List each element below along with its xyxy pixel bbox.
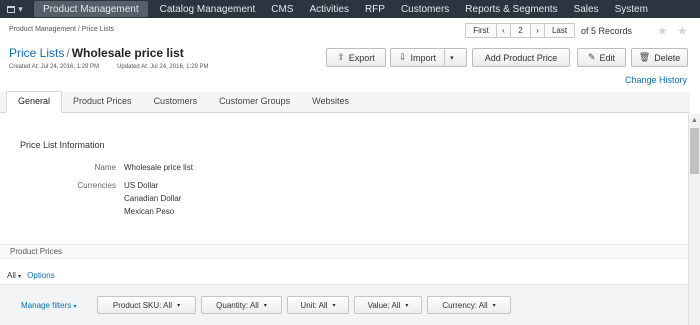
options-link[interactable]: Options — [27, 271, 55, 280]
created-at: Created At: Jul 24, 2016, 1:29 PM — [9, 64, 100, 70]
general-panel: Price List Information Name Wholesale pr… — [0, 114, 688, 325]
tab-product-prices[interactable]: Product Prices — [62, 91, 143, 112]
name-label: Name — [94, 163, 116, 172]
filter-label: Quantity: All — [216, 300, 259, 310]
trash-icon: 🗑 — [638, 52, 651, 62]
filter-label: Product SKU: All — [112, 300, 173, 310]
price-lists-link[interactable]: Price Lists — [9, 46, 64, 60]
filter-bar: Manage filters ▾ Product SKU: All ▾ Quant… — [0, 284, 688, 325]
chevron-down-icon: ▾ — [18, 274, 22, 280]
vertical-scrollbar[interactable]: ▲ — [688, 114, 700, 325]
apps-menu-button[interactable]: ▾ — [0, 0, 30, 18]
currency-item: US Dollar — [124, 181, 159, 190]
currency-item: Canadian Dollar — [124, 194, 182, 203]
edit-icon: ✎ — [587, 52, 596, 62]
record-count: of 5 Records — [581, 25, 633, 36]
nav-item-catalog-management[interactable]: Catalog Management — [152, 1, 264, 17]
pager-page-input[interactable]: 2 — [511, 23, 531, 38]
manage-filters-link[interactable]: Manage filters ▾ — [21, 301, 77, 310]
all-label: All — [7, 271, 16, 280]
import-dropdown-caret-icon[interactable]: ▾ — [444, 49, 459, 66]
nav-item-sales[interactable]: Sales — [566, 1, 607, 17]
updated-at: Updated At: Jul 24, 2016, 1:29 PM — [117, 64, 209, 70]
currencies-label: Currencies — [77, 181, 116, 190]
grid-view-selector: All ▾ Options — [7, 271, 55, 280]
record-pager: First ‹ 2 › Last of 5 Records — [465, 23, 632, 38]
change-history-link[interactable]: Change History — [625, 75, 687, 85]
nav-item-activities[interactable]: Activities — [301, 1, 356, 17]
filter-label: Currency: All — [442, 300, 488, 310]
tab-customer-groups[interactable]: Customer Groups — [208, 91, 301, 112]
edit-button[interactable]: ✎ Edit — [577, 48, 626, 67]
pin-star-icon[interactable]: ★ — [677, 24, 688, 38]
title-separator: / — [66, 46, 70, 60]
manage-filters-label: Manage filters — [21, 301, 72, 310]
price-list-information-title: Price List Information — [20, 140, 105, 150]
chevron-down-icon: ▾ — [405, 302, 409, 309]
filter-quantity[interactable]: Quantity: All ▾ — [201, 296, 282, 314]
scroll-up-arrow-icon[interactable]: ▲ — [691, 117, 698, 124]
export-label: Export — [348, 52, 375, 63]
nav-item-customers[interactable]: Customers — [393, 1, 457, 17]
import-icon: ⇩ — [399, 52, 407, 62]
nav-item-reports-segments[interactable]: Reports & Segments — [457, 1, 565, 17]
apps-caret: ▾ — [18, 3, 23, 14]
filter-unit[interactable]: Unit: All ▾ — [287, 296, 349, 314]
chevron-down-icon: ▾ — [332, 302, 336, 309]
tab-customers[interactable]: Customers — [143, 91, 209, 112]
tab-bar: General Product Prices Customers Custome… — [0, 91, 690, 113]
delete-label: Delete — [654, 52, 681, 63]
pager-prev-button[interactable]: ‹ — [497, 23, 511, 38]
price-list-name: Wholesale price list — [71, 46, 184, 60]
chevron-down-icon: ▾ — [177, 302, 181, 309]
export-icon: ⇪ — [337, 52, 345, 62]
edit-label: Edit — [599, 52, 616, 63]
delete-button[interactable]: 🗑 Delete — [631, 48, 688, 67]
record-meta: Created At: Jul 24, 2016, 1:29 PM Update… — [9, 64, 208, 70]
grid-view-all-dropdown[interactable]: All ▾ — [7, 271, 21, 280]
pager-next-button[interactable]: › — [531, 23, 545, 38]
pager-first-button[interactable]: First — [465, 23, 497, 38]
scrollbar-thumb[interactable] — [690, 128, 699, 174]
filter-label: Unit: All — [300, 300, 328, 310]
product-prices-section-header: Product Prices — [0, 244, 688, 259]
chevron-down-icon: ▾ — [263, 302, 267, 309]
filter-currency[interactable]: Currency: All ▾ — [427, 296, 511, 314]
page-title: Price Lists / Wholesale price list — [9, 46, 184, 60]
chevron-down-icon: ▾ — [492, 302, 496, 309]
nav-item-rfp[interactable]: RFP — [357, 1, 393, 17]
filter-label: Value: All — [367, 300, 401, 310]
favorite-star-icon[interactable]: ★ — [657, 24, 668, 38]
import-button[interactable]: ⇩ Import ▾ — [390, 48, 467, 67]
currency-item: Mexican Peso — [124, 207, 175, 216]
import-label: Import — [410, 52, 437, 63]
export-button[interactable]: ⇪ Export — [326, 48, 386, 67]
pager-last-button[interactable]: Last — [545, 23, 575, 38]
filter-value[interactable]: Value: All ▾ — [354, 296, 422, 314]
nav-item-product-management[interactable]: Product Management — [34, 1, 148, 17]
tab-general[interactable]: General — [6, 91, 63, 113]
nav-item-cms[interactable]: CMS — [263, 1, 301, 17]
name-value: Wholesale price list — [124, 163, 193, 172]
breadcrumb: Product Management / Price Lists — [9, 26, 115, 33]
chevron-down-icon: ▾ — [73, 304, 77, 310]
nav-item-system[interactable]: System — [607, 1, 656, 17]
top-navigation: ▾ Product Management Catalog Management … — [0, 0, 700, 18]
tab-websites[interactable]: Websites — [301, 91, 360, 112]
add-product-price-button[interactable]: Add Product Price — [472, 48, 570, 67]
grid-icon — [7, 5, 16, 13]
filter-product-sku[interactable]: Product SKU: All ▾ — [97, 296, 196, 314]
